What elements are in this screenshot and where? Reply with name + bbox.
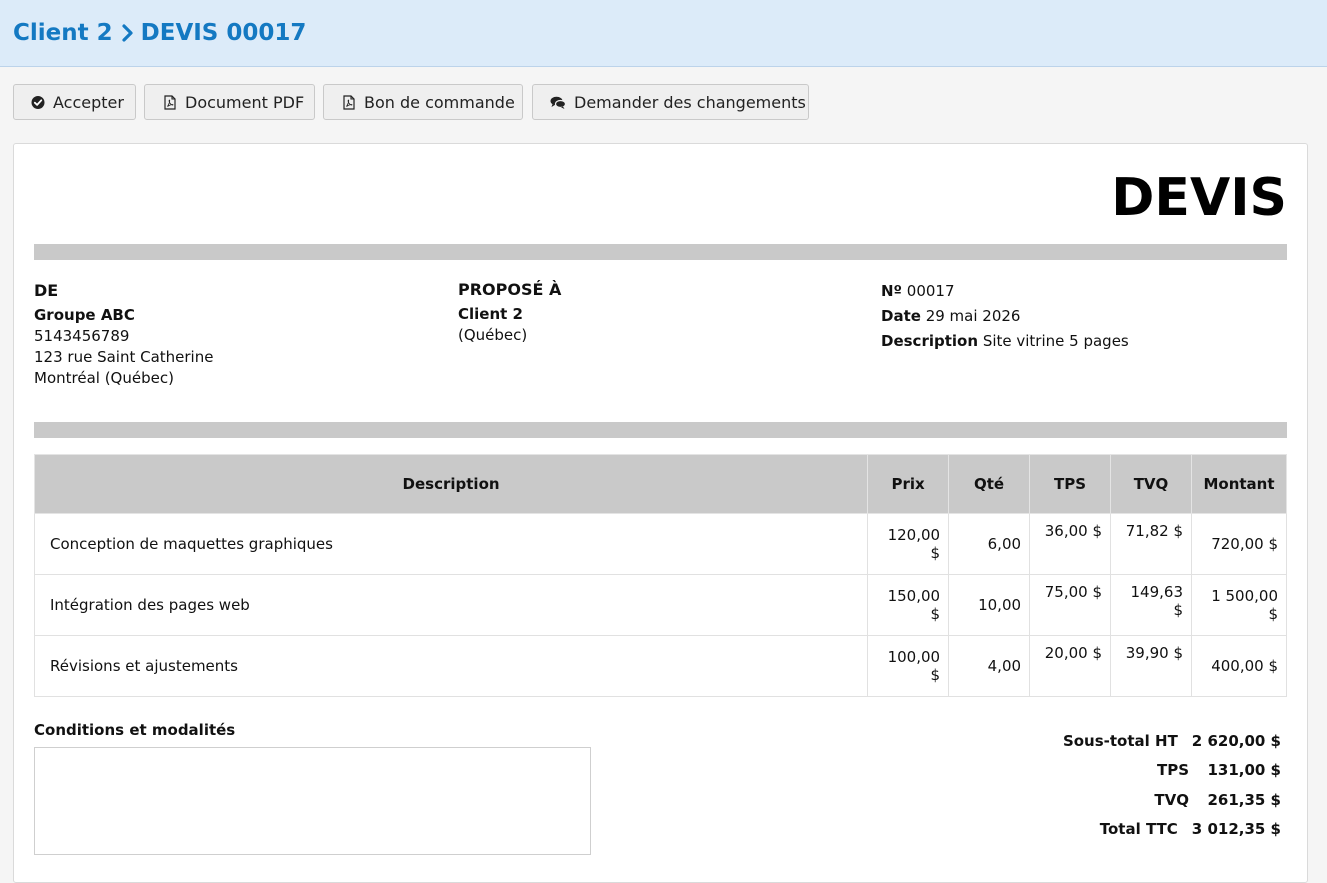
quote-description-row: Description Site vitrine 5 pages	[881, 329, 1129, 354]
check-circle-icon	[31, 95, 45, 109]
to-region: (Québec)	[458, 326, 528, 344]
meta-block: Nº 00017 Date 29 mai 2026 Description Si…	[881, 279, 1129, 354]
grand-total-label: Total TTC	[1099, 820, 1178, 839]
line-items-table: Description Prix Qté TPS TVQ Montant Con…	[33, 454, 1287, 697]
accept-button-label: Accepter	[53, 92, 124, 112]
quote-number: 00017	[906, 282, 955, 300]
row-price: 100,00 $	[867, 635, 950, 697]
conditions-box	[34, 747, 591, 855]
row-amount: 720,00 $	[1191, 513, 1287, 575]
chevron-right-icon	[122, 24, 133, 42]
quote-date-row: Date 29 mai 2026	[881, 304, 1129, 329]
to-heading: PROPOSÉ À	[458, 280, 562, 299]
subtotal-label: Sous-total HT	[1062, 731, 1178, 750]
quote-document: DEVIS DE Groupe ABC 5143456789 123 rue S…	[13, 143, 1308, 883]
tvq-total-value: 261,35 $	[1207, 790, 1281, 809]
from-address: 123 rue Saint Catherine	[34, 348, 214, 366]
quote-date: 29 mai 2026	[925, 307, 1021, 325]
file-pdf-icon	[164, 94, 176, 110]
quote-date-label: Date	[881, 307, 921, 325]
table-row: Révisions et ajustements 100,00 $ 4,00 2…	[33, 635, 1287, 697]
divider-bar	[34, 422, 1287, 438]
conditions-label: Conditions et modalités	[34, 721, 236, 739]
column-header-price: Prix	[867, 454, 950, 514]
page-header: Client 2 DEVIS 00017	[0, 0, 1327, 67]
grand-total-row: Total TTC 3 012,35 $	[1063, 815, 1281, 845]
tps-total-label: TPS	[1156, 761, 1189, 780]
subtotal-value: 2 620,00 $	[1191, 731, 1281, 750]
row-tvq: 71,82 $	[1110, 513, 1192, 575]
purchase-order-button-label: Bon de commande	[364, 92, 515, 112]
row-tps: 36,00 $	[1029, 513, 1112, 575]
table-row: Conception de maquettes graphiques 120,0…	[33, 513, 1287, 575]
from-block: DE Groupe ABC 5143456789 123 rue Saint C…	[34, 280, 213, 389]
from-heading: DE	[34, 281, 59, 300]
pdf-document-button-label: Document PDF	[185, 92, 305, 112]
tps-total-value: 131,00 $	[1207, 761, 1281, 780]
row-qty: 4,00	[948, 635, 1031, 697]
totals-block: Sous-total HT 2 620,00 $ TPS 131,00 $ TV…	[1063, 726, 1281, 844]
row-tps: 75,00 $	[1029, 574, 1112, 636]
purchase-order-button[interactable]: Bon de commande	[323, 84, 523, 120]
row-description: Intégration des pages web	[33, 574, 869, 636]
to-block: PROPOSÉ À Client 2 (Québec)	[458, 279, 561, 346]
grand-total-value: 3 012,35 $	[1191, 820, 1281, 839]
row-tps: 20,00 $	[1029, 635, 1112, 697]
row-description: Conception de maquettes graphiques	[33, 513, 869, 575]
tps-total-row: TPS 131,00 $	[1063, 756, 1281, 786]
quote-number-label: Nº	[881, 282, 903, 300]
quote-number-row: Nº 00017	[881, 279, 1129, 304]
file-pdf-icon	[343, 94, 355, 110]
row-qty: 6,00	[948, 513, 1031, 575]
row-price: 120,00 $	[867, 513, 950, 575]
accept-button[interactable]: Accepter	[13, 84, 136, 120]
row-tvq: 39,90 $	[1110, 635, 1192, 697]
from-company-name: Groupe ABC	[34, 306, 135, 324]
request-changes-button-label: Demander des changements	[574, 92, 806, 112]
row-tvq: 149,63 $	[1110, 574, 1192, 636]
divider-bar	[34, 244, 1287, 260]
to-client-name: Client 2	[458, 305, 523, 323]
from-phone: 5143456789	[34, 327, 130, 345]
from-city: Montréal (Québec)	[34, 369, 174, 387]
column-header-tvq: TVQ	[1110, 454, 1192, 514]
quote-description-label: Description	[881, 332, 979, 350]
row-amount: 1 500,00 $	[1191, 574, 1287, 636]
table-row: Intégration des pages web 150,00 $ 10,00…	[33, 574, 1287, 636]
document-title: DEVIS	[1111, 168, 1287, 228]
breadcrumb: Client 2 DEVIS 00017	[13, 20, 306, 46]
column-header-tps: TPS	[1029, 454, 1112, 514]
breadcrumb-client-link[interactable]: Client 2	[13, 20, 113, 46]
column-header-amount: Montant	[1191, 454, 1287, 514]
tvq-total-label: TVQ	[1154, 790, 1189, 809]
request-changes-button[interactable]: Demander des changements	[532, 84, 809, 120]
row-price: 150,00 $	[867, 574, 950, 636]
row-description: Révisions et ajustements	[33, 635, 869, 697]
row-qty: 10,00	[948, 574, 1031, 636]
subtotal-row: Sous-total HT 2 620,00 $	[1063, 726, 1281, 756]
column-header-qty: Qté	[948, 454, 1031, 514]
pdf-document-button[interactable]: Document PDF	[144, 84, 315, 120]
column-header-description: Description	[33, 454, 869, 514]
table-header-row: Description Prix Qté TPS TVQ Montant	[33, 454, 1287, 514]
tvq-total-row: TVQ 261,35 $	[1063, 785, 1281, 815]
row-amount: 400,00 $	[1191, 635, 1287, 697]
quote-description: Site vitrine 5 pages	[982, 332, 1129, 350]
breadcrumb-current: DEVIS 00017	[140, 20, 307, 46]
comments-icon	[550, 96, 566, 109]
